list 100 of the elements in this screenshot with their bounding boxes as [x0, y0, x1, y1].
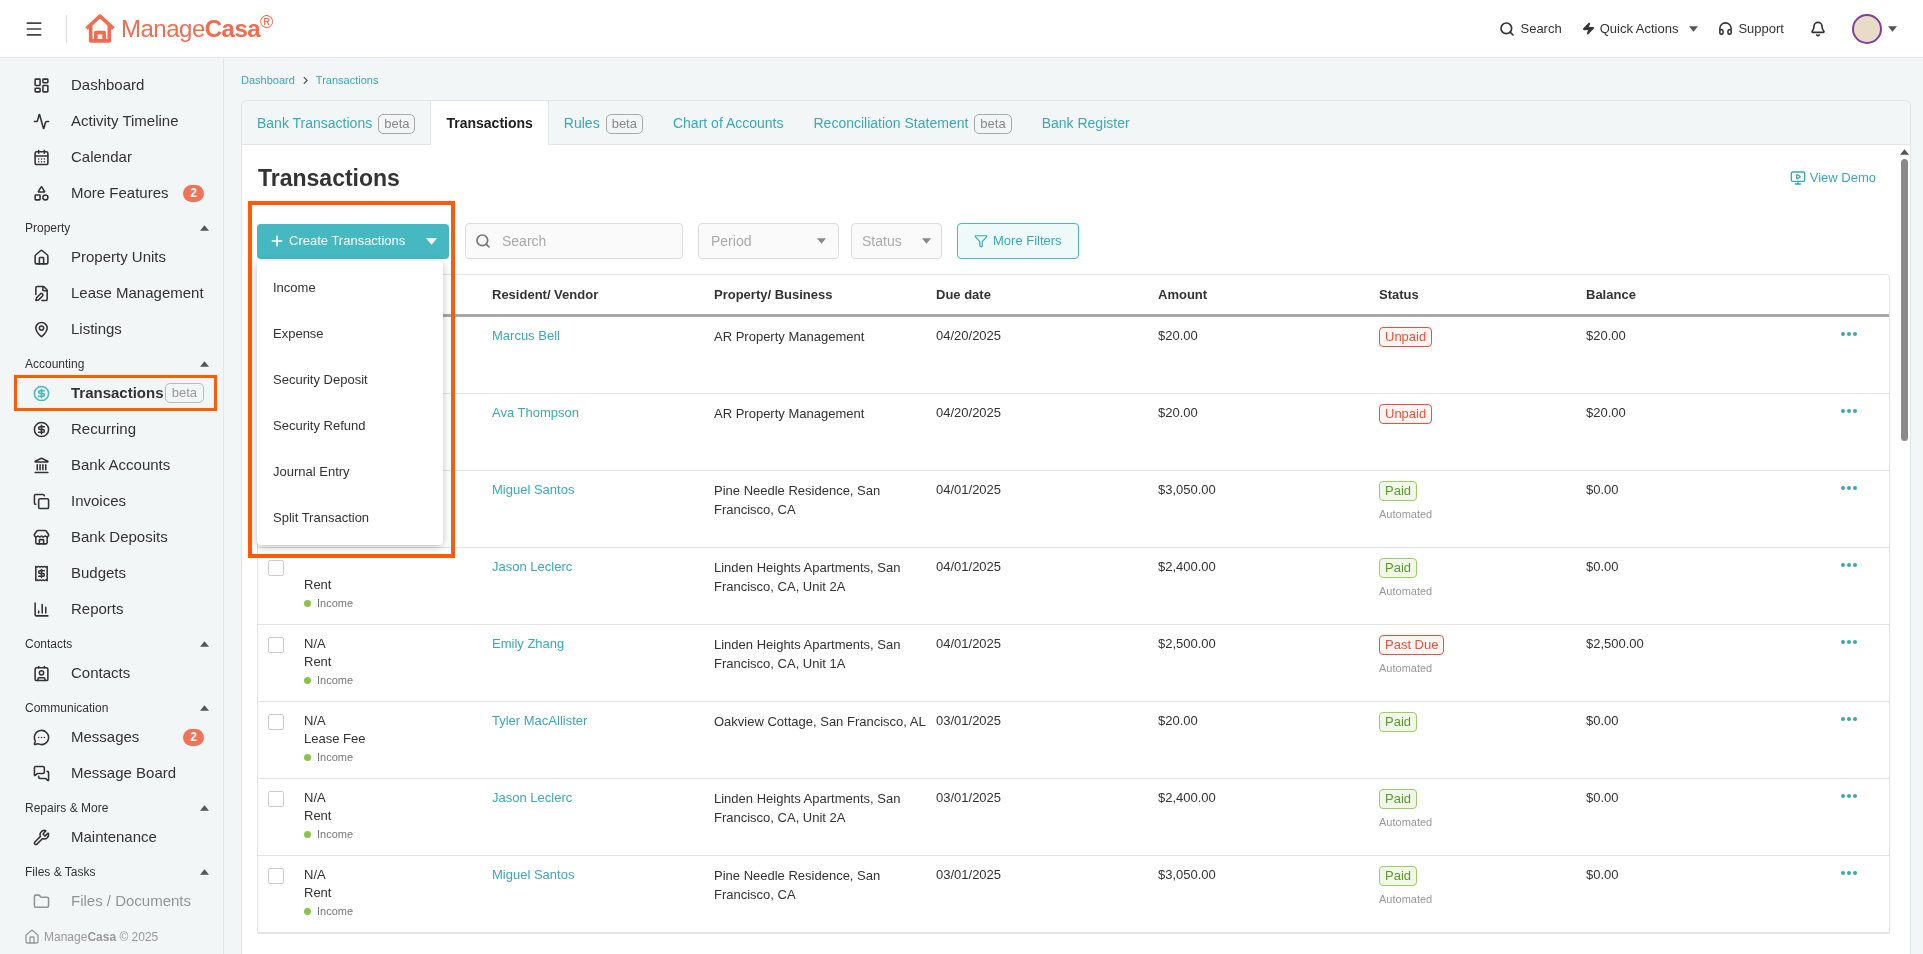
automated-label: Automated [1379, 815, 1433, 830]
sidebar-item[interactable]: Property Units [14, 239, 217, 275]
more-actions-button[interactable] [1841, 332, 1857, 336]
collapse-toggle[interactable] [200, 705, 209, 711]
table-cell-text: AR Property Management [714, 405, 866, 423]
column-header: Amount [1158, 285, 1209, 304]
sidebar-icon [33, 764, 50, 782]
sidebar-item[interactable]: Reports [14, 591, 217, 627]
ellipsis-icon [1841, 563, 1857, 567]
caret-icon [426, 237, 437, 245]
table-cell-text: $3,050.00 [1158, 481, 1217, 499]
sidebar-icon [33, 828, 50, 846]
sidebar-item[interactable]: Bank Accounts [14, 447, 217, 483]
notifications-button[interactable] [1810, 20, 1826, 37]
menu-item[interactable]: Journal Entry [257, 448, 443, 495]
tab[interactable]: Transactions [430, 101, 549, 146]
beta-tag: beta [164, 383, 204, 403]
row-checkbox[interactable] [268, 791, 284, 807]
menu-item[interactable]: Security Refund [257, 402, 443, 449]
sidebar-label: Budgets [71, 562, 127, 583]
collapse-toggle[interactable] [200, 641, 209, 647]
row-checkbox[interactable] [268, 637, 284, 653]
status-badge: Paid [1379, 866, 1418, 886]
more-actions-button[interactable] [1841, 794, 1857, 798]
footer-copyright: ManageCasa © 2025 [44, 929, 159, 946]
collapse-toggle[interactable] [200, 225, 209, 231]
status-badge: Paid [1379, 558, 1418, 578]
sidebar-label: Recurring [71, 418, 137, 439]
collapse-toggle[interactable] [200, 869, 209, 875]
table-cell-text: N/A [304, 635, 327, 653]
table-cell-text: Oakview Cottage, San Francisco, AL [714, 713, 927, 731]
sidebar-icon [33, 248, 50, 266]
sidebar-item[interactable]: Invoices [14, 483, 217, 519]
quick-actions-button[interactable]: Quick Actions [1581, 18, 1699, 39]
scroll-up-icon [1899, 149, 1909, 155]
table-cell-text: 04/20/2025 [936, 327, 1003, 345]
table-cell-text: $0.00 [1586, 481, 1620, 499]
more-actions-button[interactable] [1841, 640, 1857, 644]
sidebar-label: Listings [71, 318, 122, 339]
menu-item[interactable]: Security Deposit [257, 356, 443, 403]
more-actions-button[interactable] [1841, 486, 1857, 490]
status-badge: Paid [1379, 481, 1418, 501]
sidebar-item[interactable]: Recurring [14, 411, 217, 447]
sidebar-label: Calendar [71, 146, 132, 167]
sidebar-item[interactable]: Messages 2 [14, 719, 217, 755]
more-actions-button[interactable] [1841, 409, 1857, 413]
table-cell-text: AR Property Management [714, 328, 866, 346]
more-actions-button[interactable] [1841, 717, 1857, 721]
ellipsis-icon [1841, 640, 1857, 644]
row-checkbox[interactable] [268, 714, 284, 730]
sidebar-item[interactable]: Listings [14, 311, 217, 347]
ellipsis-icon [1841, 717, 1857, 721]
sidebar-label: More Features [71, 182, 169, 203]
sidebar-item[interactable]: Bank Deposits [14, 519, 217, 555]
automated-label: Automated [1379, 584, 1433, 599]
more-actions-button[interactable] [1841, 871, 1857, 875]
sidebar-label: Files / Documents [71, 890, 192, 911]
collapse-toggle[interactable] [200, 361, 209, 367]
menu-item[interactable]: Expense [257, 310, 443, 357]
chevron-icon [302, 76, 308, 84]
row-checkbox[interactable] [268, 560, 284, 576]
sidebar-icon [33, 600, 50, 618]
table-cell-text: Linden Heights Apartments, San Francisco, CA, Unit 2A [714, 559, 902, 596]
screen-play-icon [1789, 170, 1806, 186]
sidebar-item[interactable]: Activity Timeline [14, 103, 217, 139]
row-checkbox[interactable] [268, 868, 284, 884]
bell-icon [1810, 20, 1826, 37]
table-cell-text: N/A [304, 712, 327, 730]
plus-icon [269, 233, 285, 249]
beta-tag: beta [974, 113, 1012, 134]
more-actions-button[interactable] [1841, 563, 1857, 567]
menu-item[interactable]: Split Transaction [257, 494, 443, 541]
sidebar-item[interactable]: Contacts [14, 655, 217, 691]
sidebar-item[interactable]: Lease Management [14, 275, 217, 311]
search-field[interactable]: Search [465, 223, 683, 259]
type-label: Income [317, 596, 354, 611]
sidebar-item[interactable]: Dashboard [14, 67, 217, 103]
sidebar-item[interactable]: Transactions beta [14, 375, 217, 411]
sidebar-icon [33, 564, 50, 582]
menu-item[interactable]: Income [257, 264, 443, 311]
search-button[interactable]: Search [1499, 18, 1562, 39]
table-cell-text: 04/01/2025 [936, 481, 1003, 499]
sidebar-item[interactable]: Calendar [14, 139, 217, 175]
sidebar-icon [33, 892, 50, 910]
avatar[interactable] [1852, 13, 1882, 44]
sidebar-item[interactable]: Budgets [14, 555, 217, 591]
sidebar-item[interactable]: More Features 2 [14, 175, 217, 211]
ellipsis-icon [1841, 332, 1857, 336]
collapse-toggle[interactable] [200, 805, 209, 811]
sidebar-item[interactable]: Maintenance [14, 819, 217, 855]
sidebar-label: Messages [71, 726, 140, 747]
sidebar-icon [33, 320, 50, 338]
column-header: Balance [1586, 285, 1637, 304]
caret-icon [200, 705, 209, 711]
support-button[interactable]: Support [1718, 18, 1784, 39]
sidebar-label: Maintenance [71, 826, 157, 847]
caret-icon [200, 641, 209, 647]
caret-icon [200, 805, 209, 811]
sidebar-item[interactable]: Message Board [14, 755, 217, 791]
table-cell-text: Pine Needle Residence, San Francisco, CA [714, 867, 882, 904]
